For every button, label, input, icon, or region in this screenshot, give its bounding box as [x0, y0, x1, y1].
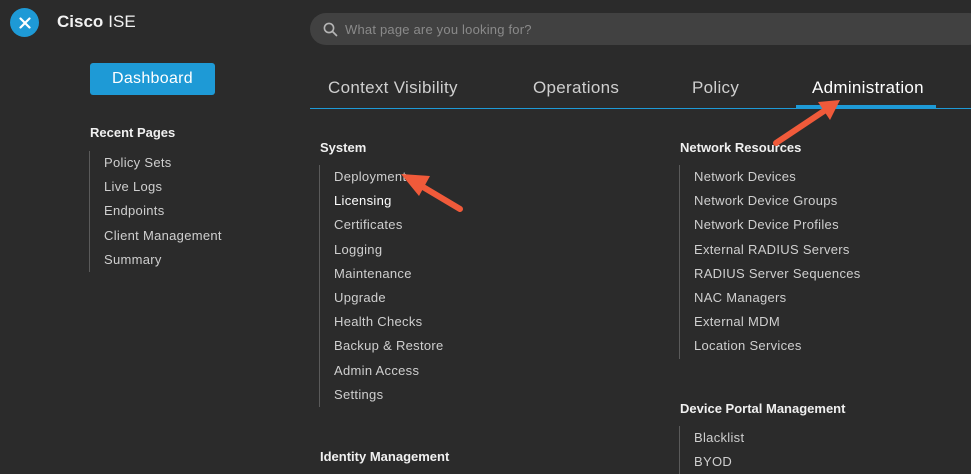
menu-item-logging[interactable]: Logging	[320, 238, 444, 262]
device-portal-menu: Blacklist BYOD	[679, 426, 744, 474]
menu-item-health-checks[interactable]: Health Checks	[320, 310, 444, 334]
menu-item-blacklist[interactable]: Blacklist	[680, 426, 744, 450]
menu-item-upgrade[interactable]: Upgrade	[320, 286, 444, 310]
menu-item-admin-access[interactable]: Admin Access	[320, 359, 444, 383]
recent-page-policy-sets[interactable]: Policy Sets	[90, 151, 222, 175]
tab-policy[interactable]: Policy	[692, 78, 739, 98]
menu-item-network-device-groups[interactable]: Network Device Groups	[680, 189, 861, 213]
menu-item-settings[interactable]: Settings	[320, 383, 444, 407]
menu-item-certificates[interactable]: Certificates	[320, 213, 444, 237]
menu-item-network-device-profiles[interactable]: Network Device Profiles	[680, 213, 861, 237]
recent-page-live-logs[interactable]: Live Logs	[90, 175, 222, 199]
menu-item-external-radius-servers[interactable]: External RADIUS Servers	[680, 238, 861, 262]
tab-operations[interactable]: Operations	[533, 78, 619, 98]
menu-item-licensing[interactable]: Licensing	[320, 189, 444, 213]
close-button[interactable]	[10, 8, 39, 37]
device-portal-heading: Device Portal Management	[680, 401, 846, 416]
recent-page-client-management[interactable]: Client Management	[90, 224, 222, 248]
product-name: ISE	[108, 12, 136, 31]
system-menu: Deployment Licensing Certificates Loggin…	[319, 165, 444, 407]
recent-page-endpoints[interactable]: Endpoints	[90, 199, 222, 223]
menu-item-deployment[interactable]: Deployment	[320, 165, 444, 189]
search-input[interactable]: What page are you looking for?	[310, 13, 971, 45]
active-tab-indicator	[796, 105, 936, 109]
menu-item-byod[interactable]: BYOD	[680, 450, 744, 474]
network-resources-heading: Network Resources	[680, 140, 802, 155]
menu-item-nac-managers[interactable]: NAC Managers	[680, 286, 861, 310]
menu-item-backup-restore[interactable]: Backup & Restore	[320, 334, 444, 358]
menu-item-network-devices[interactable]: Network Devices	[680, 165, 861, 189]
tab-context-visibility[interactable]: Context Visibility	[328, 78, 458, 98]
system-heading: System	[320, 140, 367, 155]
tab-administration[interactable]: Administration	[812, 78, 924, 98]
network-resources-menu: Network Devices Network Device Groups Ne…	[679, 165, 861, 359]
brand-name: Cisco	[57, 12, 104, 31]
dashboard-button[interactable]: Dashboard	[90, 63, 215, 95]
search-placeholder: What page are you looking for?	[345, 21, 532, 37]
recent-pages-list: Policy Sets Live Logs Endpoints Client M…	[89, 151, 222, 272]
menu-item-location-services[interactable]: Location Services	[680, 334, 861, 358]
recent-page-summary[interactable]: Summary	[90, 248, 222, 272]
menu-item-maintenance[interactable]: Maintenance	[320, 262, 444, 286]
menu-item-external-mdm[interactable]: External MDM	[680, 310, 861, 334]
identity-management-heading: Identity Management	[320, 449, 450, 464]
close-icon	[18, 16, 31, 29]
app-title: Cisco ISE	[57, 12, 136, 32]
recent-pages-heading: Recent Pages	[90, 125, 176, 140]
menu-item-radius-server-sequences[interactable]: RADIUS Server Sequences	[680, 262, 861, 286]
search-icon	[323, 22, 338, 36]
